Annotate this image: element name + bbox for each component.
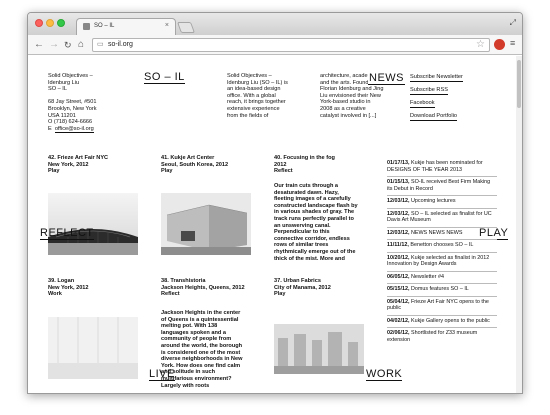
favicon-icon — [83, 23, 90, 30]
address-line: USA 11201 — [48, 112, 76, 119]
news-item[interactable]: 05/04/12, Frieze Art Fair NYC opens to t… — [387, 295, 497, 315]
news-item[interactable]: 12/03/12, Upcoming lectures — [387, 195, 497, 208]
close-window-button[interactable] — [35, 19, 43, 27]
scrollbar-thumb[interactable] — [517, 60, 521, 108]
home-icon[interactable]: ⌂ — [78, 38, 84, 52]
project-38-heading[interactable]: 38. Transhistoria Jackson Heights, Queen… — [161, 278, 245, 298]
reload-icon[interactable]: ↻ — [64, 38, 72, 52]
facebook-link[interactable]: Facebook — [410, 100, 435, 108]
project-39-heading[interactable]: 39. Logan New York, 2012 Work — [48, 278, 89, 298]
address-line: 68 Jay Street, #501 — [48, 99, 97, 106]
tab-title: SO – IL — [94, 23, 115, 29]
address-line: SO – IL — [48, 86, 67, 93]
address-bar[interactable]: ▭ so-il.org ☆ — [92, 38, 490, 52]
bookmark-star-icon[interactable]: ☆ — [476, 39, 485, 50]
site-logo[interactable]: SO – IL — [144, 72, 185, 84]
news-item[interactable]: 01/15/13, SO-IL received Best Firm Makin… — [387, 176, 497, 195]
about-text-left: Solid Objectives – Idenburg Liu (SO – IL… — [227, 73, 288, 119]
back-icon[interactable]: ← — [34, 38, 44, 52]
news-item[interactable]: 02/06/12, Shortlisted for Z33 museum ext… — [387, 327, 497, 346]
page-icon: ▭ — [97, 41, 104, 48]
kukje-photo[interactable] — [161, 193, 251, 255]
news-item[interactable]: 12/03/12, SO – IL selected as finalist f… — [387, 207, 497, 227]
section-live-label[interactable]: LIVE — [149, 369, 175, 381]
download-portfolio-link[interactable]: Download Portfolio — [410, 113, 457, 121]
forward-icon[interactable]: → — [49, 38, 59, 52]
browser-toolbar: ← → ↻ ⌂ ▭ so-il.org ☆ ≡ — [28, 35, 522, 55]
fullscreen-icon[interactable]: ⤢ — [510, 18, 516, 28]
section-reflect-label[interactable]: REFLECT — [40, 228, 94, 240]
news-list: 01/17/13, Kukje has been nominated for D… — [387, 158, 497, 346]
project-42-heading[interactable]: 42. Frieze Art Fair NYC New York, 2012 P… — [48, 155, 108, 175]
email-line: E office@so-il.org — [48, 125, 94, 133]
news-item[interactable]: 11/11/12, Benetton chooses SO – IL — [387, 239, 497, 252]
tab-close-icon[interactable]: × — [165, 22, 169, 29]
page-viewport: Solid Objectives – Idenburg Liu SO – IL … — [28, 56, 522, 393]
subscribe-rss-link[interactable]: Subscribe RSS — [410, 87, 448, 95]
news-item[interactable]: 04/02/12, Kukje Gallery opens to the pub… — [387, 314, 497, 328]
news-item[interactable]: 10/20/12, Kukje selected as finalist in … — [387, 251, 497, 271]
logan-photo[interactable] — [48, 317, 138, 379]
browser-window: SO – IL × ⤢ ← → ↻ ⌂ ▭ so-il.org ☆ ≡ Soli… — [27, 12, 523, 394]
address-line: O (718) 624-6666 — [48, 119, 93, 126]
project-41-heading[interactable]: 41. Kukje Art Center Seoul, South Korea,… — [161, 155, 228, 175]
news-item[interactable]: 12/03/12, NEWS NEWS NEWS — [387, 226, 497, 240]
subscribe-newsletter-link[interactable]: Subscribe Newsletter — [410, 74, 463, 82]
news-heading[interactable]: NEWS — [368, 73, 405, 85]
frieze-photo[interactable] — [48, 193, 138, 255]
title-bar: SO – IL × ⤢ — [28, 13, 522, 35]
news-item[interactable]: 05/15/12, Domus features SO – IL — [387, 283, 497, 296]
extension-icon[interactable] — [494, 39, 505, 50]
address-line: Idenburg Liu — [48, 79, 80, 86]
fog-description: Our train cuts through a desaturated daw… — [274, 183, 358, 262]
new-tab-button[interactable] — [176, 22, 196, 33]
section-work-label[interactable]: WORK — [366, 369, 403, 381]
news-item[interactable]: 06/05/12, Newsletter #4 — [387, 270, 497, 284]
minimize-window-button[interactable] — [46, 19, 54, 27]
menu-icon[interactable]: ≡ — [510, 38, 515, 48]
news-item[interactable]: 01/17/13, Kukje has been nominated for D… — [387, 158, 497, 176]
browser-tab[interactable]: SO – IL × — [76, 18, 176, 35]
address-line: Brooklyn, New York — [48, 105, 97, 112]
urban-fabrics-photo[interactable] — [274, 324, 364, 374]
project-37-heading[interactable]: 37. Urban Fabrics City of Manama, 2012 P… — [274, 278, 331, 298]
project-40-heading[interactable]: 40. Focusing in the fog 2012 Reflect — [274, 155, 335, 175]
email-link[interactable]: office@so-il.org — [54, 125, 94, 133]
scrollbar[interactable] — [516, 56, 522, 393]
address-block: Solid Objectives – Idenburg Liu SO – IL … — [48, 73, 97, 133]
address-line: Solid Objectives – — [48, 73, 93, 79]
maximize-window-button[interactable] — [57, 19, 65, 27]
url-text: so-il.org — [108, 41, 133, 48]
